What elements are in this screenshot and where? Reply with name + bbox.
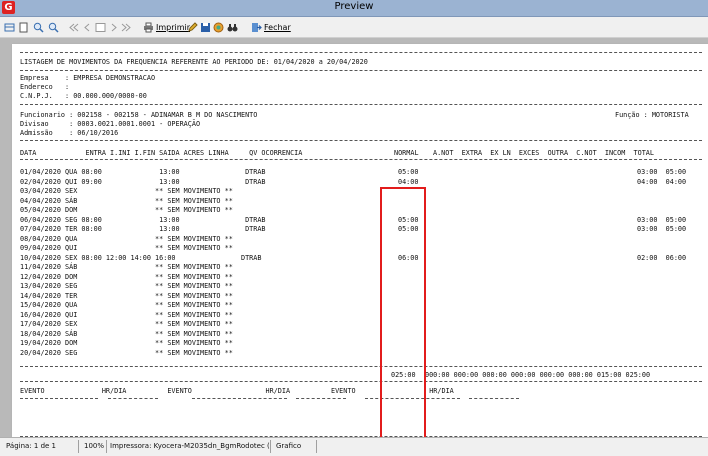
- save-icon: [201, 22, 210, 32]
- table-row: 02/04/2020 QUI 09:00 13:00 DTRAB: [20, 177, 266, 186]
- table-row: 14/04/2020 TER ** SEM MOVIMENTO **: [20, 291, 233, 300]
- next-page-icon: [111, 23, 117, 31]
- row-totals: 03:00 05:00: [637, 225, 687, 233]
- table-row: 19/04/2020 DOM ** SEM MOVIMENTO **: [20, 339, 233, 347]
- one-page-button[interactable]: [4, 20, 17, 34]
- table-row: 05/04/2020 DOM ** SEM MOVIMENTO **: [20, 206, 233, 214]
- table-row: 20/04/2020 SEG ** SEM MOVIMENTO **: [20, 348, 233, 357]
- divider: [469, 398, 519, 399]
- table-row: 13/04/2020 SEG ** SEM MOVIMENTO **: [20, 282, 233, 290]
- divider: [20, 398, 98, 399]
- page-indicator: Página: 1 de 1: [6, 442, 57, 450]
- division-line: Divisao : 0003.0021.0001.0001 - OPERAÇÃO: [20, 120, 201, 128]
- globe-icon: [213, 22, 224, 32]
- zoom-in-icon: [33, 22, 44, 33]
- divider: [108, 398, 158, 399]
- table-row: 01/04/2020 QUA 08:00 13:00 DTRAB: [20, 168, 266, 176]
- table-header: DATA ENTRA I.INI I.FIN SAIDA ACRES LINHA…: [20, 149, 303, 157]
- table-row: 03/04/2020 SEX ** SEM MOVIMENTO **: [20, 187, 233, 195]
- table-row: 16/04/2020 QUI ** SEM MOVIMENTO **: [20, 310, 233, 319]
- table-row: 07/04/2020 TER 08:00 13:00 DTRAB: [20, 225, 266, 233]
- zoom-in-button[interactable]: [33, 20, 46, 34]
- divider: [20, 159, 702, 160]
- print-label: Imprimir: [156, 22, 191, 32]
- row-totals: 03:00 05:00: [637, 168, 687, 176]
- header-normal: NORMAL: [394, 149, 419, 157]
- exit-door-icon: [252, 22, 262, 32]
- printer-name: Impressora: Kyocera-M2035dn_BgmRodotec (: [110, 442, 270, 450]
- report-title: LISTAGEM DE MOVIMENTOS DA FREQUENCIA REF…: [20, 58, 368, 66]
- cnpj-line: C.N.P.J. : 00.000.000/0000-00: [20, 92, 147, 100]
- table-row: 08/04/2020 QUA ** SEM MOVIMENTO **: [20, 234, 233, 243]
- row-normal-hours: 05:00: [398, 168, 419, 176]
- title-bar: G Preview: [0, 0, 708, 17]
- edit-button[interactable]: [187, 20, 200, 34]
- close-label: Fechar: [264, 22, 291, 32]
- page-icon: [19, 22, 28, 32]
- one-page-icon: [4, 23, 15, 31]
- header-right: A.NOT EXTRA EX LN EXCES OUTRA C.NOT INCO…: [433, 149, 654, 157]
- divider: [20, 104, 702, 105]
- table-row: 06/04/2020 SEG 08:00 13:00 DTRAB: [20, 215, 266, 224]
- page-number-field[interactable]: [95, 20, 108, 34]
- address-line: Endereco :: [20, 83, 70, 91]
- table-row: 09/04/2020 QUI ** SEM MOVIMENTO **: [20, 244, 233, 252]
- page-number-icon: [95, 22, 106, 32]
- table-row: 11/04/2020 SÁB ** SEM MOVIMENTO **: [20, 263, 233, 271]
- row-totals: 02:00 06:00: [637, 253, 687, 262]
- status-bar: Página: 1 de 1 100% Impressora: Kyocera-…: [0, 437, 708, 456]
- preview-area[interactable]: LISTAGEM DE MOVIMENTOS DA FREQUENCIA REF…: [0, 38, 708, 437]
- binoculars-icon: [227, 23, 238, 31]
- render-mode: Grafico: [276, 442, 302, 450]
- divider: [20, 366, 702, 367]
- first-page-icon: [69, 23, 79, 31]
- zoom-out-button[interactable]: [48, 20, 61, 34]
- table-row: 12/04/2020 DOM ** SEM MOVIMENTO **: [20, 272, 233, 281]
- last-page-button[interactable]: [121, 20, 134, 34]
- divider: [192, 398, 287, 399]
- row-normal-hours: 04:00: [398, 177, 419, 186]
- find-button[interactable]: [227, 20, 240, 34]
- close-button[interactable]: Fechar: [251, 20, 291, 34]
- toolbar: Imprimir Fechar: [0, 17, 708, 38]
- divider: [20, 70, 702, 71]
- save-button[interactable]: [200, 20, 213, 34]
- row-totals: 03:00 05:00: [637, 215, 687, 224]
- row-totals: 04:00 04:00: [637, 177, 687, 186]
- table-row: 04/04/2020 SÁB ** SEM MOVIMENTO **: [20, 196, 233, 205]
- prev-page-button[interactable]: [82, 20, 95, 34]
- divider: [20, 381, 702, 382]
- next-page-button[interactable]: [108, 20, 121, 34]
- table-row: 10/04/2020 SEX 08:00 12:00 14:00 16:00 D…: [20, 253, 262, 262]
- admission-line: Admissão : 06/10/2016: [20, 129, 119, 137]
- zoom-level: 100%: [84, 442, 105, 450]
- export-button[interactable]: [213, 20, 226, 34]
- page-width-button[interactable]: [18, 20, 31, 34]
- role-line: Função : MOTORISTA: [615, 111, 689, 119]
- window-title: Preview: [334, 1, 374, 12]
- divider: [20, 52, 702, 53]
- employee-line: Funcionario : 002158 - 002158 - ADINAMAR…: [20, 111, 258, 119]
- company-line: Empresa : EMPRESA DEMONSTRACAO: [20, 74, 156, 82]
- last-page-icon: [121, 23, 131, 31]
- table-row: 15/04/2020 QUA ** SEM MOVIMENTO **: [20, 301, 233, 309]
- divider: [20, 140, 702, 141]
- normal-column-highlight: [380, 187, 426, 437]
- table-row: 18/04/2020 SÁB ** SEM MOVIMENTO **: [20, 329, 233, 338]
- prev-page-icon: [84, 23, 90, 31]
- table-row: 17/04/2020 SEX ** SEM MOVIMENTO **: [20, 320, 233, 328]
- zoom-out-icon: [48, 22, 59, 33]
- report-page: LISTAGEM DE MOVIMENTOS DA FREQUENCIA REF…: [12, 44, 708, 437]
- first-page-button[interactable]: [68, 20, 81, 34]
- total-right: 000:00 000:00 000:00 000:00 000:00 000:0…: [425, 371, 651, 379]
- pencil-icon: [188, 21, 198, 32]
- printer-icon: [144, 22, 153, 32]
- print-button[interactable]: Imprimir: [143, 20, 190, 34]
- divider: [296, 398, 346, 399]
